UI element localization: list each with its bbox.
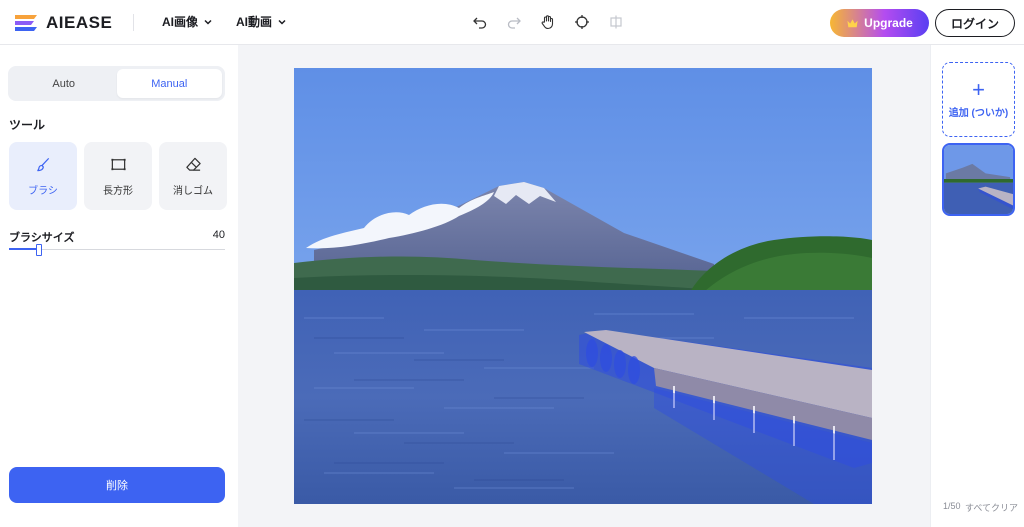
brush-tool-button[interactable]: ブラシ — [9, 142, 77, 210]
header-divider — [133, 14, 134, 31]
image-counter: 1/50 — [943, 501, 961, 511]
nav-ai-video[interactable]: AI動画 — [236, 13, 287, 30]
undo-icon — [473, 17, 487, 29]
upgrade-button[interactable]: Upgrade — [830, 9, 929, 37]
canvas-area — [238, 45, 930, 527]
left-panel: Auto Manual ツール ブラシ 長方形 消しゴム ブラシサイズ 40 削… — [0, 45, 238, 527]
eraser-tool-button[interactable]: 消しゴム — [159, 142, 227, 210]
login-button[interactable]: ログイン — [935, 9, 1015, 37]
mode-switch: Auto Manual — [8, 66, 225, 101]
eraser-tool-label: 消しゴム — [173, 185, 213, 197]
rectangle-icon — [110, 158, 126, 170]
chevron-down-icon — [204, 19, 212, 25]
crosshair-icon — [575, 15, 589, 29]
tab-manual[interactable]: Manual — [116, 69, 222, 98]
tools-title: ツール — [9, 118, 46, 132]
brush-tool-label: ブラシ — [28, 185, 58, 197]
nav-ai-image-label: AI画像 — [162, 15, 199, 29]
compare-button[interactable] — [606, 12, 626, 32]
brand-name: AIEASE — [46, 13, 113, 32]
lake-mountain-photo — [294, 68, 872, 504]
add-image-button[interactable]: + 追加 (ついか) — [942, 62, 1015, 137]
tab-auto[interactable]: Auto — [11, 69, 117, 98]
delete-button[interactable]: 削除 — [9, 467, 225, 503]
rectangle-tool-label: 長方形 — [103, 185, 133, 197]
upgrade-label: Upgrade — [864, 16, 913, 30]
compare-icon — [610, 15, 622, 29]
eraser-icon — [185, 157, 201, 171]
nav-ai-image[interactable]: AI画像 — [162, 13, 213, 30]
clear-all-button[interactable]: すべてクリア — [965, 501, 1018, 514]
slider-thumb[interactable] — [36, 244, 43, 256]
canvas-toolbar — [470, 12, 626, 32]
pan-button[interactable] — [538, 12, 558, 32]
brush-size-slider[interactable] — [9, 244, 225, 256]
undo-button[interactable] — [470, 12, 490, 32]
redo-button[interactable] — [504, 12, 524, 32]
logo-mark-icon — [15, 15, 37, 31]
editing-image[interactable] — [294, 68, 872, 504]
brush-icon — [36, 157, 49, 171]
logo[interactable]: AIEASE — [12, 11, 112, 35]
brush-size-label: ブラシサイズ — [9, 232, 75, 244]
tool-selector: ブラシ 長方形 消しゴム — [9, 142, 227, 210]
redo-icon — [507, 17, 521, 29]
add-image-label: 追加 (ついか) — [948, 108, 1009, 119]
hand-icon — [541, 15, 554, 30]
rectangle-tool-button[interactable]: 長方形 — [84, 142, 152, 210]
right-panel: + 追加 (ついか) 1/50 すべてクリア — [930, 45, 1024, 527]
thumbnail-image — [944, 145, 1013, 214]
nav-ai-video-label: AI動画 — [236, 15, 273, 29]
image-thumbnail[interactable] — [942, 143, 1015, 216]
chevron-down-icon — [278, 19, 286, 25]
plus-icon: + — [972, 77, 985, 102]
target-button[interactable] — [572, 12, 592, 32]
brush-size-value: 40 — [212, 229, 225, 241]
top-header: AIEASE AI画像 AI動画 Upgrade ログイン — [0, 0, 1024, 45]
slider-fill — [9, 248, 40, 250]
crown-icon — [847, 18, 858, 27]
